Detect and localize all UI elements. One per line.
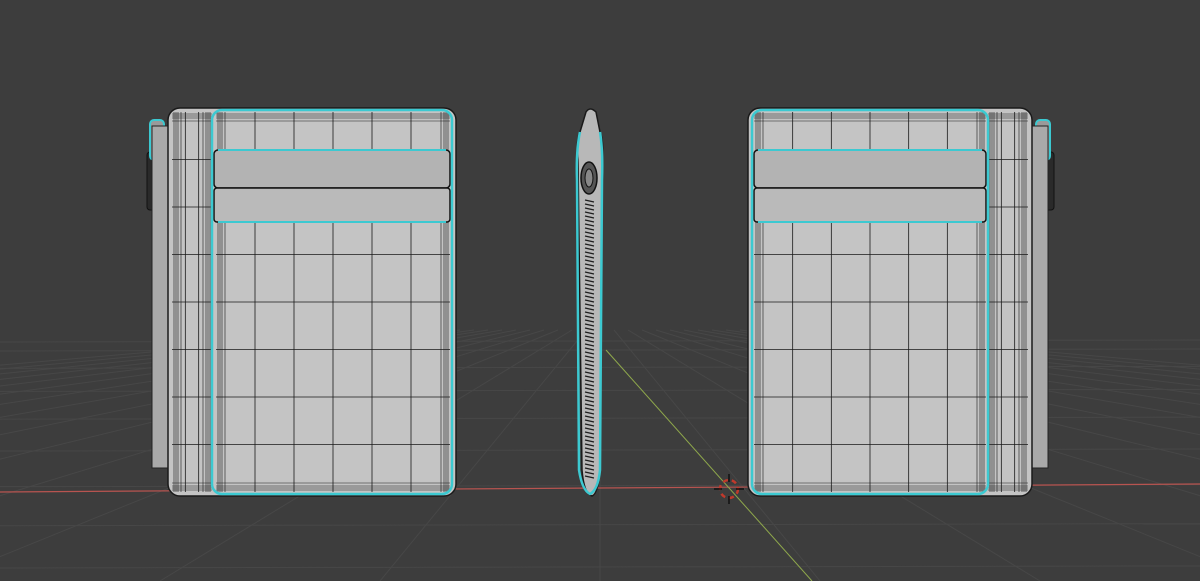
card-slot-top — [213, 149, 451, 189]
wallet-back-view[interactable] — [747, 107, 1055, 497]
card-slot-middle — [213, 187, 451, 223]
card-slot-top — [753, 149, 987, 189]
card-slot-middle — [753, 187, 987, 223]
wallet-front-view[interactable] — [146, 107, 457, 497]
3d-viewport[interactable] — [0, 0, 1200, 581]
zipper-pull-side-hole — [584, 168, 594, 188]
wallet-side-view[interactable] — [575, 108, 604, 497]
viewport-canvas[interactable] — [0, 0, 1200, 581]
